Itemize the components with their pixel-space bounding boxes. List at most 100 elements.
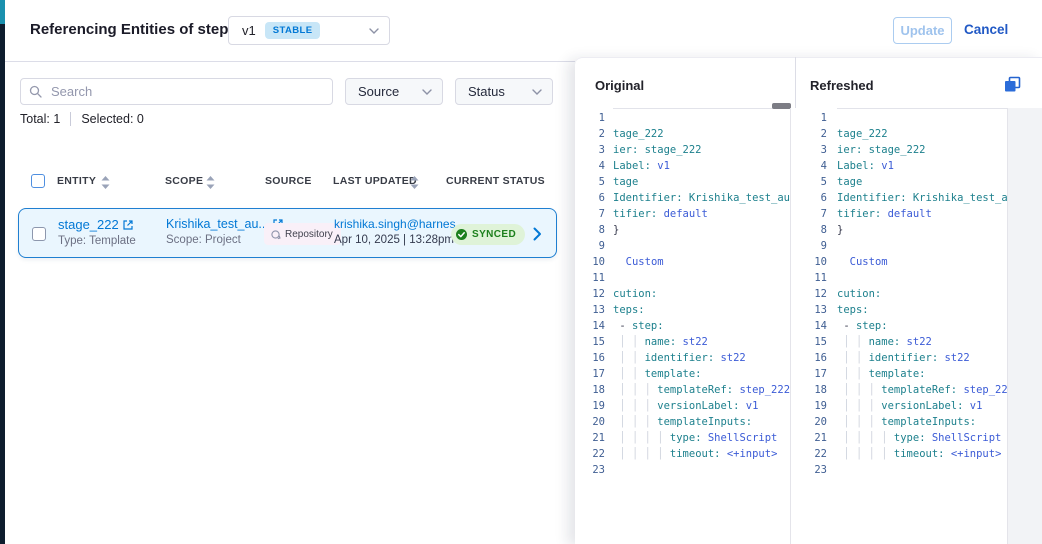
version-label: v1	[242, 23, 256, 38]
line-number: 2	[575, 126, 605, 142]
code-line: tifier: default	[613, 206, 790, 222]
line-number: 22	[797, 446, 827, 462]
line-number: 13	[575, 302, 605, 318]
code-line: tage	[837, 174, 1007, 190]
code-line: │ │ │ versionLabel: v1	[613, 398, 790, 414]
code-line: │ │ │ templateInputs:	[613, 414, 790, 430]
cancel-button[interactable]: Cancel	[964, 22, 1008, 37]
entity-link[interactable]: stage_222	[58, 217, 136, 232]
original-pane-title: Original	[595, 78, 644, 93]
code-line: - step:	[613, 318, 790, 334]
horizontal-scrollbar-thumb[interactable]	[772, 103, 791, 109]
line-number: 21	[797, 430, 827, 446]
update-button[interactable]: Update	[893, 17, 952, 44]
table-row[interactable]: stage_222 Type: Template Krishika_test_a…	[18, 208, 557, 258]
line-number: 3	[575, 142, 605, 158]
refreshed-pane-title: Refreshed	[810, 78, 874, 93]
source-filter-label: Source	[358, 84, 399, 99]
status-filter[interactable]: Status	[455, 78, 553, 105]
line-number: 23	[575, 462, 605, 478]
status-filter-label: Status	[468, 84, 505, 99]
line-number: 1	[797, 110, 827, 126]
code-line: Identifier: Krishika_test_aut	[837, 190, 1007, 206]
code-line: │ │ │ templateInputs:	[837, 414, 1007, 430]
code-line: │ │ │ versionLabel: v1	[837, 398, 1007, 414]
sort-icon[interactable]	[410, 176, 419, 189]
collapsed-sidenav	[0, 0, 5, 544]
code-line: │ │ │ │ timeout: <+input>	[613, 446, 790, 462]
chevron-down-icon	[422, 89, 432, 95]
row-expand-chevron-icon[interactable]	[533, 227, 542, 241]
code-line: Label: v1	[837, 158, 1007, 174]
line-number: 9	[575, 238, 605, 254]
line-number: 19	[797, 398, 827, 414]
code-line: tage_222	[613, 126, 790, 142]
source-badge-label: Repository	[285, 229, 333, 240]
repository-icon	[270, 229, 281, 240]
copy-icon[interactable]	[1004, 76, 1021, 93]
line-number: 7	[797, 206, 827, 222]
line-number: 11	[575, 270, 605, 286]
original-code-editor[interactable]: tage_222ier: stage_222Label: v1tageIdent…	[613, 110, 790, 478]
total-count: Total: 1	[20, 112, 60, 126]
line-number: 7	[575, 206, 605, 222]
row-checkbox[interactable]	[32, 227, 46, 241]
refreshed-line-numbers: 1234567891011121314151617181920212223	[797, 110, 827, 478]
code-line	[613, 238, 790, 254]
overview-ruler[interactable]	[1008, 108, 1042, 544]
code-line	[613, 270, 790, 286]
external-link-icon	[123, 220, 133, 230]
column-entity[interactable]: ENTITY	[57, 175, 96, 187]
sort-icon[interactable]	[101, 176, 110, 189]
status-badge: SYNCED	[451, 224, 525, 245]
entity-type: Type: Template	[58, 235, 136, 247]
source-badge: Repository	[264, 223, 341, 245]
line-number: 4	[797, 158, 827, 174]
table-header: ENTITY SCOPE SOURCE LAST UPDATED CURRENT…	[18, 172, 557, 192]
code-line: cution:	[613, 286, 790, 302]
line-number: 9	[797, 238, 827, 254]
line-number: 1	[575, 110, 605, 126]
header-divider	[5, 61, 575, 62]
sort-icon[interactable]	[206, 176, 215, 189]
line-number: 15	[797, 334, 827, 350]
line-number: 20	[797, 414, 827, 430]
line-number: 18	[797, 382, 827, 398]
select-all-checkbox[interactable]	[31, 174, 45, 188]
sidenav-accent	[0, 0, 5, 24]
code-line	[613, 110, 790, 126]
line-number: 8	[575, 222, 605, 238]
search-box[interactable]	[20, 78, 333, 105]
line-number: 14	[797, 318, 827, 334]
code-line: tage_222	[837, 126, 1007, 142]
code-line: teps:	[837, 302, 1007, 318]
original-pane-right-border	[790, 108, 791, 544]
code-line: │ │ template:	[613, 366, 790, 382]
code-line	[837, 462, 1007, 478]
line-number: 5	[575, 174, 605, 190]
code-line: │ │ identifier: st22	[613, 350, 790, 366]
stable-badge: STABLE	[265, 22, 321, 39]
search-input[interactable]	[49, 83, 324, 100]
version-select[interactable]: v1 STABLE	[228, 16, 390, 45]
chevron-down-icon	[369, 28, 379, 34]
refreshed-code-editor[interactable]: tage_222ier: stage_222Label: v1tageIdent…	[837, 110, 1007, 478]
summary-divider	[70, 112, 71, 126]
source-filter[interactable]: Source	[345, 78, 443, 105]
line-number: 6	[575, 190, 605, 206]
column-scope[interactable]: SCOPE	[165, 175, 203, 187]
line-number: 2	[797, 126, 827, 142]
code-line: │ │ │ templateRef: step_222	[613, 382, 790, 398]
code-line: │ │ identifier: st22	[837, 350, 1007, 366]
code-line: │ │ name: st22	[837, 334, 1007, 350]
code-line: teps:	[613, 302, 790, 318]
updated-at: Apr 10, 2025 | 13:28pm	[334, 234, 466, 246]
column-last-updated[interactable]: LAST UPDATED	[333, 175, 417, 187]
line-number: 15	[575, 334, 605, 350]
original-line-numbers: 1234567891011121314151617181920212223	[575, 110, 605, 478]
code-line: │ │ │ templateRef: step_222	[837, 382, 1007, 398]
chevron-down-icon	[532, 89, 542, 95]
line-number: 3	[797, 142, 827, 158]
status-badge-label: SYNCED	[472, 229, 516, 240]
code-line: }	[613, 222, 790, 238]
